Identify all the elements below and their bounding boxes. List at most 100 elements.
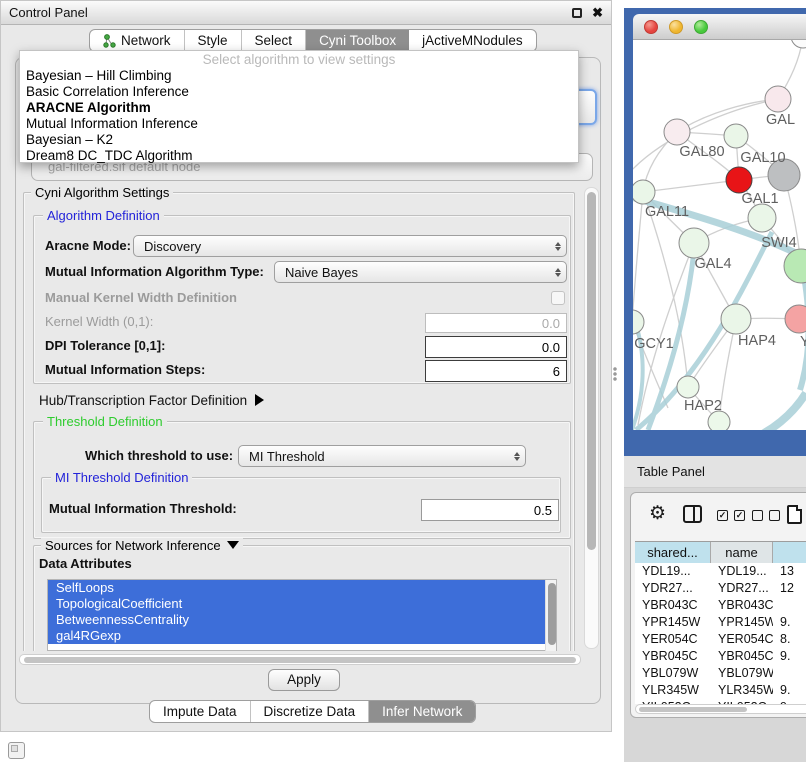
table-horizontal-scrollbar[interactable] [635,704,806,714]
table-settings-gear-icon[interactable]: ⚙ [649,504,666,523]
table-row[interactable]: YPR145W YPR145W 9. [635,614,806,631]
minimize-window-icon[interactable] [669,20,683,34]
mi-threshold-label: Mutual Information Threshold: [49,498,237,520]
dropdown-item-mutual-information[interactable]: Mutual Information Inference [20,116,578,132]
collapsed-arrow-icon [255,394,264,406]
tab-cyni-toolbox[interactable]: Cyni Toolbox [306,30,409,51]
cell-name: YDL19... [711,563,773,580]
attribute-selfloops[interactable]: SelfLoops [48,580,556,596]
tab-network[interactable]: Network [90,30,185,51]
node-label-swi4: SWI4 [761,235,796,251]
network-node-salmon[interactable] [785,305,806,333]
bottom-tabbar: Impute Data Discretize Data Infer Networ… [149,700,476,723]
algorithm-definition-title: Algorithm Definition [43,208,164,223]
table-body: YDL19... YDL19... 13 YDR27... YDR27... 1… [635,563,806,704]
cell-name: YBR045C [711,648,773,665]
network-node-gal4[interactable] [679,228,709,258]
dpi-tolerance-input[interactable] [425,336,567,358]
table-panel-title: Table Panel [637,464,705,479]
tab-select[interactable]: Select [242,30,307,51]
settings-vertical-scrollbar[interactable] [584,187,599,649]
apply-button[interactable]: Apply [268,669,340,691]
expanded-arrow-icon [227,541,239,549]
network-window-titlebar[interactable] [633,14,806,40]
dropdown-item-bayesian-hill[interactable]: Bayesian – Hill Climbing [20,68,578,84]
which-threshold-combo[interactable]: MI Threshold [238,445,526,467]
tab-cyni-toolbox-label: Cyni Toolbox [319,33,396,48]
sources-title-label: Sources for Network Inference [45,538,221,553]
attribute-betweennesscentrality[interactable]: BetweennessCentrality [48,612,556,628]
table-row[interactable]: YBR045C YBR045C 9. [635,648,806,665]
network-node-gal80[interactable] [664,119,690,145]
settings-horizontal-scrollbar[interactable] [19,654,581,665]
panel-divider-handle[interactable] [613,366,617,382]
close-window-icon[interactable] [644,20,658,34]
close-panel-icon[interactable]: ✖ [592,8,603,18]
node-label-gal10: GAL10 [740,150,785,166]
network-node-gal11[interactable] [633,180,655,204]
network-node-hap4[interactable] [721,304,751,334]
network-node-gcy1[interactable] [633,310,644,334]
tab-style-label: Style [198,33,228,48]
column-header-name[interactable]: name [711,542,773,563]
network-node-gal10[interactable] [724,124,748,148]
node-label-gal80: GAL80 [679,144,724,160]
docked-panel-icon[interactable] [8,742,25,759]
table-row[interactable]: YER054C YER054C 8. [635,631,806,648]
network-node[interactable] [791,40,806,48]
attributes-list-scrollbar[interactable] [545,580,556,651]
tab-jactivemnodules[interactable]: jActiveMNodules [409,30,536,51]
table-row[interactable]: YLR345W YLR345W 9. [635,682,806,699]
attribute-gal4rgexp[interactable]: gal4RGexp [48,628,556,644]
network-node-swi4[interactable] [748,204,776,232]
sources-group-title[interactable]: Sources for Network Inference [41,538,243,553]
dropdown-item-bayesian-k2[interactable]: Bayesian – K2 [20,132,578,148]
deselect-all-checkbox-icon[interactable] [769,510,780,521]
threshold-definition-title: Threshold Definition [43,414,167,429]
deselect-all-checkbox-icon[interactable] [752,510,763,521]
select-all-checkbox-icon[interactable]: ✓ [717,510,728,521]
which-threshold-value: MI Threshold [239,449,509,464]
table-row[interactable]: YDL19... YDL19... 13 [635,563,806,580]
control-panel-title: Control Panel [9,5,88,20]
cell-name: YLR345W [711,682,773,699]
table-row[interactable]: YDR27... YDR27... 12 [635,580,806,597]
network-graph[interactable]: GAL GAL80 GAL10 GAL1 GAL11 SWI4 GAL4 GCY… [633,40,806,430]
aracne-mode-combo[interactable]: Discovery [133,235,567,257]
column-header-shared-name[interactable]: shared... [635,542,711,563]
network-node-gal[interactable] [765,86,791,112]
mi-type-combo[interactable]: Naive Bayes [274,261,567,283]
algorithm-dropdown-list: Select algorithm to view settings Bayesi… [19,50,579,163]
tab-network-label: Network [121,33,171,48]
aracne-mode-value: Discovery [134,239,550,254]
cell-name: YDR27... [711,580,773,597]
cell-shared-name: YER054C [635,631,711,648]
float-panel-icon[interactable] [572,8,582,18]
mi-threshold-input[interactable] [421,499,559,521]
table-row[interactable]: YBL079W YBL079W [635,665,806,682]
dropdown-item-dream8[interactable]: Dream8 DC_TDC Algorithm [20,148,578,164]
manual-kernel-checkbox[interactable] [551,291,565,305]
kernel-width-input[interactable] [425,313,567,333]
column-header-clipped[interactable] [773,542,806,563]
network-node-hap2[interactable] [677,376,699,398]
hub-definition-expander[interactable]: Hub/Transcription Factor Definition [39,393,264,408]
select-all-checkbox-icon[interactable]: ✓ [734,510,745,521]
cell-value: 8. [773,631,806,648]
column-layout-icon[interactable] [683,505,702,523]
cell-value [773,597,806,614]
tab-discretize-data[interactable]: Discretize Data [251,701,370,722]
dropdown-item-aracne[interactable]: ARACNE Algorithm [20,100,578,116]
dropdown-item-basic-correlation[interactable]: Basic Correlation Inference [20,84,578,100]
new-table-page-icon[interactable] [787,505,802,524]
tab-style[interactable]: Style [185,30,242,51]
table-row[interactable]: YBR043C YBR043C [635,597,806,614]
attribute-topologicalcoefficient[interactable]: TopologicalCoefficient [48,596,556,612]
cell-name: YPR145W [711,614,773,631]
network-node-gal1-selected[interactable] [726,167,752,193]
network-node-bright-green[interactable] [784,249,806,283]
zoom-window-icon[interactable] [694,20,708,34]
tab-impute-data[interactable]: Impute Data [150,701,251,722]
tab-infer-network[interactable]: Infer Network [369,701,475,722]
mi-steps-input[interactable] [425,360,567,382]
